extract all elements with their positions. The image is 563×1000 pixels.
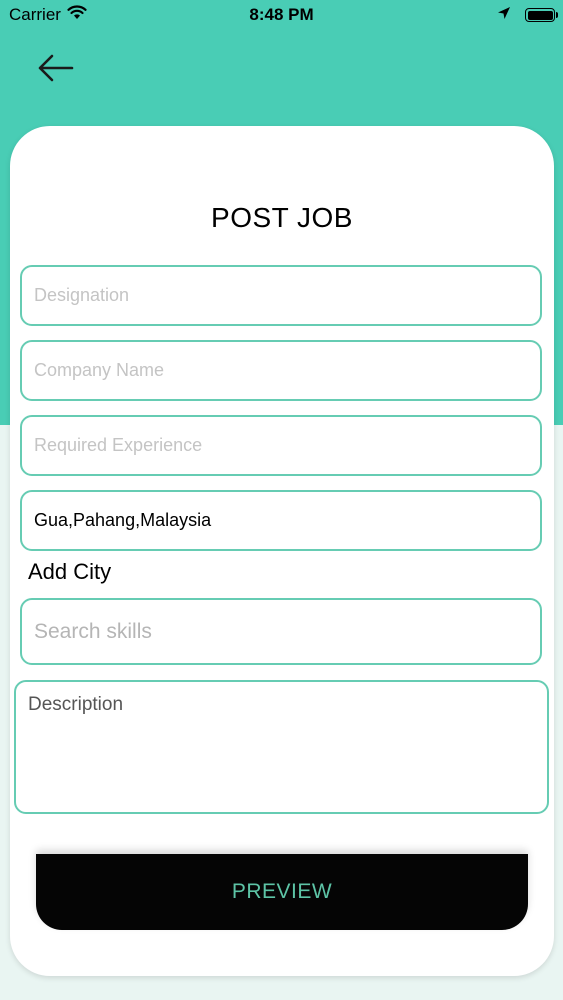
status-time: 8:48 PM	[249, 5, 314, 24]
designation-input[interactable]	[34, 285, 528, 306]
required-experience-input[interactable]	[34, 435, 528, 456]
preview-button[interactable]: PREVIEW	[36, 854, 528, 930]
company-name-field[interactable]	[20, 340, 542, 401]
add-city-label[interactable]: Add City	[28, 559, 111, 585]
battery-icon	[525, 8, 558, 22]
status-right	[497, 5, 558, 25]
description-textarea[interactable]	[28, 694, 535, 800]
location-field[interactable]: Gua,Pahang,Malaysia	[20, 490, 542, 551]
location-value: Gua,Pahang,Malaysia	[34, 510, 212, 530]
required-experience-field[interactable]	[20, 415, 542, 476]
description-field[interactable]	[14, 680, 549, 814]
status-bar: Carrier 8:48 PM	[0, 0, 563, 30]
company-name-input[interactable]	[34, 360, 528, 381]
page-title: POST JOB	[211, 202, 353, 233]
skills-search-field[interactable]	[20, 598, 542, 665]
location-arrow-icon	[497, 5, 511, 25]
post-job-card: POST JOB Gua,Pahang,Malaysia Add City PR…	[10, 126, 554, 976]
back-arrow-icon	[38, 54, 74, 82]
back-button[interactable]	[34, 50, 76, 86]
designation-field[interactable]	[20, 265, 542, 326]
skills-search-input[interactable]	[34, 619, 528, 644]
